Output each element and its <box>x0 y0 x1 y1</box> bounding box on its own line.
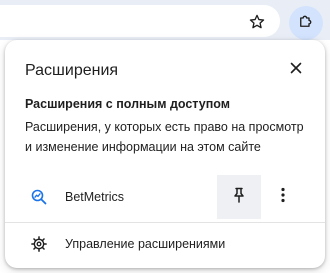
more-options-button[interactable] <box>273 185 293 209</box>
close-icon <box>290 61 302 79</box>
magnifier-chart-icon <box>31 189 47 205</box>
browser-window: Расширения Расширения с полным доступом … <box>0 0 330 273</box>
menu-title: Расширения <box>25 62 119 79</box>
bookmark-star-icon[interactable] <box>248 13 266 31</box>
pin-button[interactable] <box>217 175 261 219</box>
manage-extensions-label: Управление расширениями <box>65 237 226 251</box>
full-access-description: Расширения, у которых есть право на прос… <box>25 120 304 154</box>
extension-name: BetMetrics <box>65 190 125 204</box>
menu-divider <box>5 222 325 223</box>
extensions-button[interactable] <box>289 6 323 40</box>
extensions-menu: Расширения Расширения с полным доступом … <box>5 40 325 268</box>
full-access-heading: Расширения с полным доступом <box>25 97 230 111</box>
browser-toolbar <box>0 0 330 40</box>
extension-item-betmetrics[interactable]: BetMetrics <box>5 175 325 219</box>
puzzle-piece-icon <box>297 12 315 35</box>
pin-icon <box>232 187 246 208</box>
close-button[interactable] <box>286 60 306 80</box>
manage-extensions-item[interactable]: Управление расширениями <box>5 228 325 260</box>
gear-icon <box>30 235 48 253</box>
more-vertical-icon <box>281 187 285 208</box>
address-bar[interactable] <box>0 5 280 37</box>
